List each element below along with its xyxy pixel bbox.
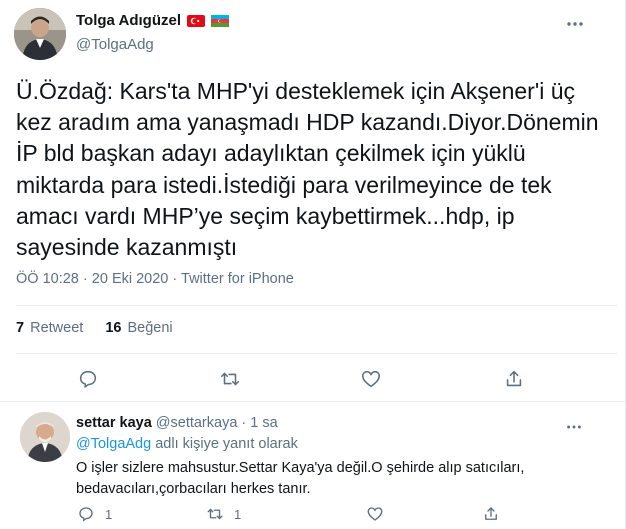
replying-to-mention[interactable]: @TolgaAdg bbox=[76, 436, 151, 452]
tweet-thread: Tolga Adıgüzel @TolgaAdg Ü.Özdağ: Kars't… bbox=[0, 0, 626, 529]
meta-separator: · bbox=[172, 271, 178, 287]
reply-text: O işler sizlere mahsustur.Settar Kaya'ya… bbox=[76, 460, 525, 497]
turkey-flag-icon bbox=[187, 14, 205, 27]
tweet-stats: 7 Retweet 16 Beğeni bbox=[16, 320, 173, 336]
author-name-row: Tolga Adıgüzel bbox=[76, 12, 229, 29]
tweet-source[interactable]: Twitter for iPhone bbox=[181, 271, 294, 287]
share-icon bbox=[482, 505, 500, 523]
reply-header: settar kaya @settarkaya · 1 sa bbox=[76, 415, 278, 431]
reply-author-handle[interactable]: @settarkaya bbox=[156, 415, 238, 431]
reply-more-options-icon[interactable] bbox=[565, 418, 583, 436]
retweet-stat[interactable]: 7 Retweet bbox=[16, 320, 83, 336]
reply-actions: 1 1 bbox=[0, 505, 626, 525]
tweet-meta: ÖÖ 10:28 · 20 Eki 2020 · Twitter for iPh… bbox=[16, 271, 294, 287]
tweet-date[interactable]: 20 Eki 2020 bbox=[92, 271, 169, 287]
reply-reply-button[interactable]: 1 bbox=[77, 505, 112, 523]
meta-separator: · bbox=[82, 271, 88, 287]
retweet-label: Retweet bbox=[30, 320, 84, 336]
like-count: 16 bbox=[105, 320, 122, 336]
share-icon[interactable] bbox=[503, 368, 525, 390]
like-icon[interactable] bbox=[360, 368, 382, 390]
divider bbox=[16, 305, 617, 306]
divider bbox=[0, 401, 625, 402]
reply-like-button[interactable] bbox=[366, 505, 394, 523]
author-handle[interactable]: @TolgaAdg bbox=[76, 36, 154, 53]
tweet-text: Ü.Özdağ: Kars'ta MHP'yi desteklemek için… bbox=[16, 78, 599, 261]
reply-icon bbox=[77, 505, 95, 523]
retweet-icon bbox=[206, 505, 224, 523]
reply-retweet-count: 1 bbox=[234, 506, 242, 522]
tweet-time[interactable]: ÖÖ 10:28 bbox=[16, 271, 79, 287]
tweet-actions bbox=[0, 368, 626, 392]
reply-separator: · bbox=[241, 415, 247, 431]
reply-icon[interactable] bbox=[77, 368, 99, 390]
author-name[interactable]: Tolga Adıgüzel bbox=[76, 12, 181, 29]
like-icon bbox=[366, 505, 384, 523]
replying-to-label: adlı kişiye yanıt olarak bbox=[155, 436, 298, 452]
retweet-count: 7 bbox=[16, 320, 25, 336]
retweet-icon[interactable] bbox=[219, 368, 241, 390]
reply-reply-count: 1 bbox=[105, 506, 113, 522]
reply-share-button[interactable] bbox=[482, 505, 510, 523]
reply-time[interactable]: 1 sa bbox=[250, 415, 277, 431]
reply-author-name[interactable]: settar kaya bbox=[76, 415, 152, 431]
author-avatar[interactable] bbox=[14, 8, 66, 60]
azerbaijan-flag-icon bbox=[211, 14, 229, 27]
reply-retweet-button[interactable]: 1 bbox=[206, 505, 241, 523]
divider bbox=[16, 353, 617, 354]
reply-author-avatar[interactable] bbox=[20, 412, 70, 462]
like-stat[interactable]: 16 Beğeni bbox=[105, 320, 172, 336]
like-label: Beğeni bbox=[127, 320, 173, 336]
more-options-icon[interactable] bbox=[565, 14, 585, 34]
replying-to: @TolgaAdg adlı kişiye yanıt olarak bbox=[76, 436, 298, 452]
